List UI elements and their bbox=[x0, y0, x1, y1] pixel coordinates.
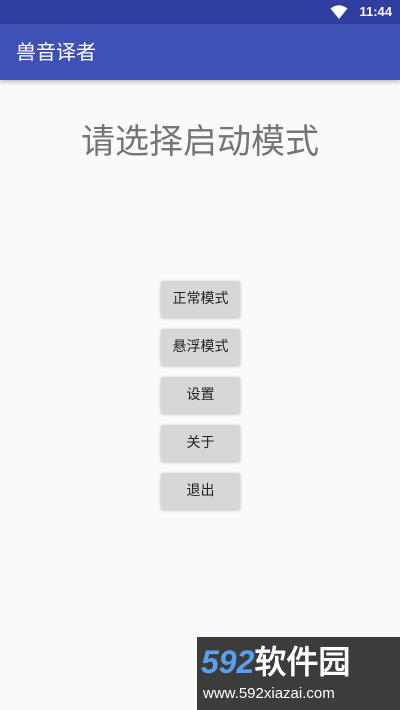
settings-button[interactable]: 设置 bbox=[161, 377, 240, 413]
watermark-url: www.592xiazai.com bbox=[203, 685, 335, 702]
about-button[interactable]: 关于 bbox=[161, 425, 240, 461]
wifi-icon bbox=[330, 5, 348, 19]
watermark-logo-number: 592 bbox=[201, 644, 255, 680]
exit-button[interactable]: 退出 bbox=[161, 473, 240, 509]
normal-mode-button[interactable]: 正常模式 bbox=[161, 281, 240, 317]
watermark-logo-text: 软件园 bbox=[254, 644, 351, 680]
app-title: 兽音译者 bbox=[16, 40, 96, 64]
floating-mode-button[interactable]: 悬浮模式 bbox=[161, 329, 240, 365]
app-bar: 兽音译者 bbox=[0, 24, 400, 80]
status-bar: 11:44 bbox=[0, 0, 400, 24]
start-mode-prompt: 请选择启动模式 bbox=[81, 122, 319, 162]
watermark: 592软件园 www.592xiazai.com bbox=[197, 637, 400, 710]
watermark-logo: 592软件园 bbox=[201, 643, 350, 681]
status-time: 11:44 bbox=[359, 4, 392, 19]
